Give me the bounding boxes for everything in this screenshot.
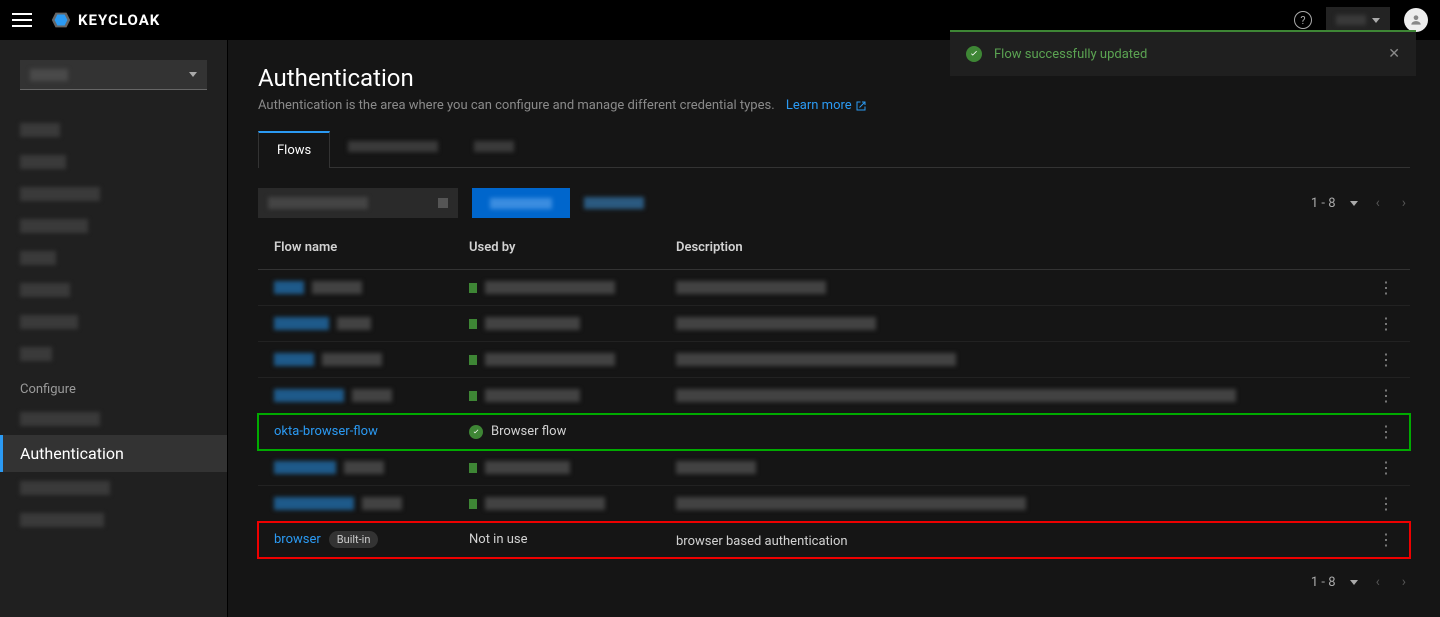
menu-toggle-icon[interactable] [12, 10, 32, 30]
table-row[interactable]: ⋮ [258, 486, 1410, 522]
prev-page-icon[interactable]: ‹ [1372, 195, 1384, 211]
sidebar-item[interactable] [0, 242, 227, 274]
search-input[interactable] [258, 188, 458, 218]
table-row[interactable]: ⋮ [258, 450, 1410, 486]
pagination-bottom: 1 - 8 ‹ › [258, 558, 1410, 606]
used-by-text: Not in use [469, 532, 528, 547]
chevron-down-icon[interactable] [1350, 580, 1358, 585]
page-range: 1 - 8 [1311, 196, 1336, 211]
toast-message: Flow successfully updated [994, 47, 1147, 62]
sidebar-item[interactable] [0, 210, 227, 242]
th-flow-name: Flow name [274, 240, 469, 255]
kebab-icon[interactable]: ⋮ [1378, 530, 1394, 549]
kebab-icon[interactable]: ⋮ [1378, 350, 1394, 369]
sidebar-item[interactable] [0, 403, 227, 435]
next-page-icon[interactable]: › [1398, 574, 1410, 590]
page-content: Authentication Authentication is the are… [228, 40, 1440, 617]
kebab-icon[interactable]: ⋮ [1378, 422, 1394, 441]
flow-link[interactable]: browser [274, 532, 321, 547]
kebab-icon[interactable]: ⋮ [1378, 494, 1394, 513]
kebab-icon[interactable]: ⋮ [1378, 386, 1394, 405]
sidebar-item[interactable] [0, 114, 227, 146]
page-description: Authentication is the area where you can… [258, 98, 1410, 113]
sidebar-item[interactable] [0, 472, 227, 504]
tab[interactable] [330, 131, 456, 167]
flows-table: Flow name Used by Description ⋮ ⋮ [258, 226, 1410, 558]
sidebar-item[interactable] [0, 274, 227, 306]
table-row-okta-browser-flow[interactable]: okta-browser-flow Browser flow ⋮ [258, 414, 1410, 450]
search-icon [438, 198, 448, 208]
sidebar-item[interactable] [0, 146, 227, 178]
toast-close-icon[interactable]: ✕ [1388, 46, 1400, 62]
chevron-down-icon [189, 72, 197, 77]
table-header-row: Flow name Used by Description [258, 226, 1410, 270]
chevron-down-icon [1372, 18, 1380, 23]
table-row[interactable]: ⋮ [258, 342, 1410, 378]
kebab-icon[interactable]: ⋮ [1378, 458, 1394, 477]
tab-flows[interactable]: Flows [258, 131, 330, 168]
flow-link[interactable]: okta-browser-flow [274, 424, 378, 439]
learn-more-link[interactable]: Learn more [786, 98, 867, 113]
kebab-icon[interactable]: ⋮ [1378, 278, 1394, 297]
tabs: Flows [258, 131, 1410, 168]
tab[interactable] [456, 131, 532, 167]
sidebar-item-authentication[interactable]: Authentication [0, 435, 227, 472]
pagination-top: 1 - 8 ‹ › [1311, 195, 1410, 211]
help-icon[interactable]: ? [1294, 11, 1312, 29]
realm-selector-dropdown[interactable] [20, 60, 207, 90]
built-in-badge: Built-in [329, 531, 379, 548]
kebab-icon[interactable]: ⋮ [1378, 314, 1394, 333]
sidebar-item-label: Authentication [20, 444, 124, 463]
used-by-text: Browser flow [491, 424, 566, 439]
sidebar-item[interactable] [0, 306, 227, 338]
sidebar-item[interactable] [0, 338, 227, 370]
th-used-by: Used by [469, 240, 676, 255]
table-toolbar: 1 - 8 ‹ › [258, 180, 1410, 226]
th-description: Description [676, 240, 1364, 255]
sidebar-item[interactable] [0, 504, 227, 536]
create-flow-button[interactable] [472, 188, 570, 218]
sidebar-section-label: Configure [0, 370, 227, 403]
brand-name: KEYCLOAK [78, 11, 160, 29]
sidebar: Configure Authentication [0, 40, 228, 617]
table-row[interactable]: ⋮ [258, 378, 1410, 414]
brand-logo[interactable]: KEYCLOAK [50, 9, 160, 31]
prev-page-icon[interactable]: ‹ [1372, 574, 1384, 590]
page-range: 1 - 8 [1311, 575, 1336, 590]
flow-description: browser based authentication [676, 534, 848, 549]
table-row-browser[interactable]: browser Built-in Not in use browser base… [258, 522, 1410, 558]
external-link-icon [855, 100, 867, 112]
success-toast: Flow successfully updated ✕ [950, 30, 1416, 76]
sidebar-item[interactable] [0, 178, 227, 210]
toolbar-link[interactable] [584, 197, 644, 209]
check-circle-icon [469, 425, 483, 439]
user-icon [1409, 13, 1423, 27]
table-row[interactable]: ⋮ [258, 306, 1410, 342]
next-page-icon[interactable]: › [1398, 195, 1410, 211]
keycloak-logo-icon [50, 9, 72, 31]
check-circle-icon [966, 46, 982, 62]
avatar[interactable] [1404, 8, 1428, 32]
chevron-down-icon[interactable] [1350, 201, 1358, 206]
table-row[interactable]: ⋮ [258, 270, 1410, 306]
